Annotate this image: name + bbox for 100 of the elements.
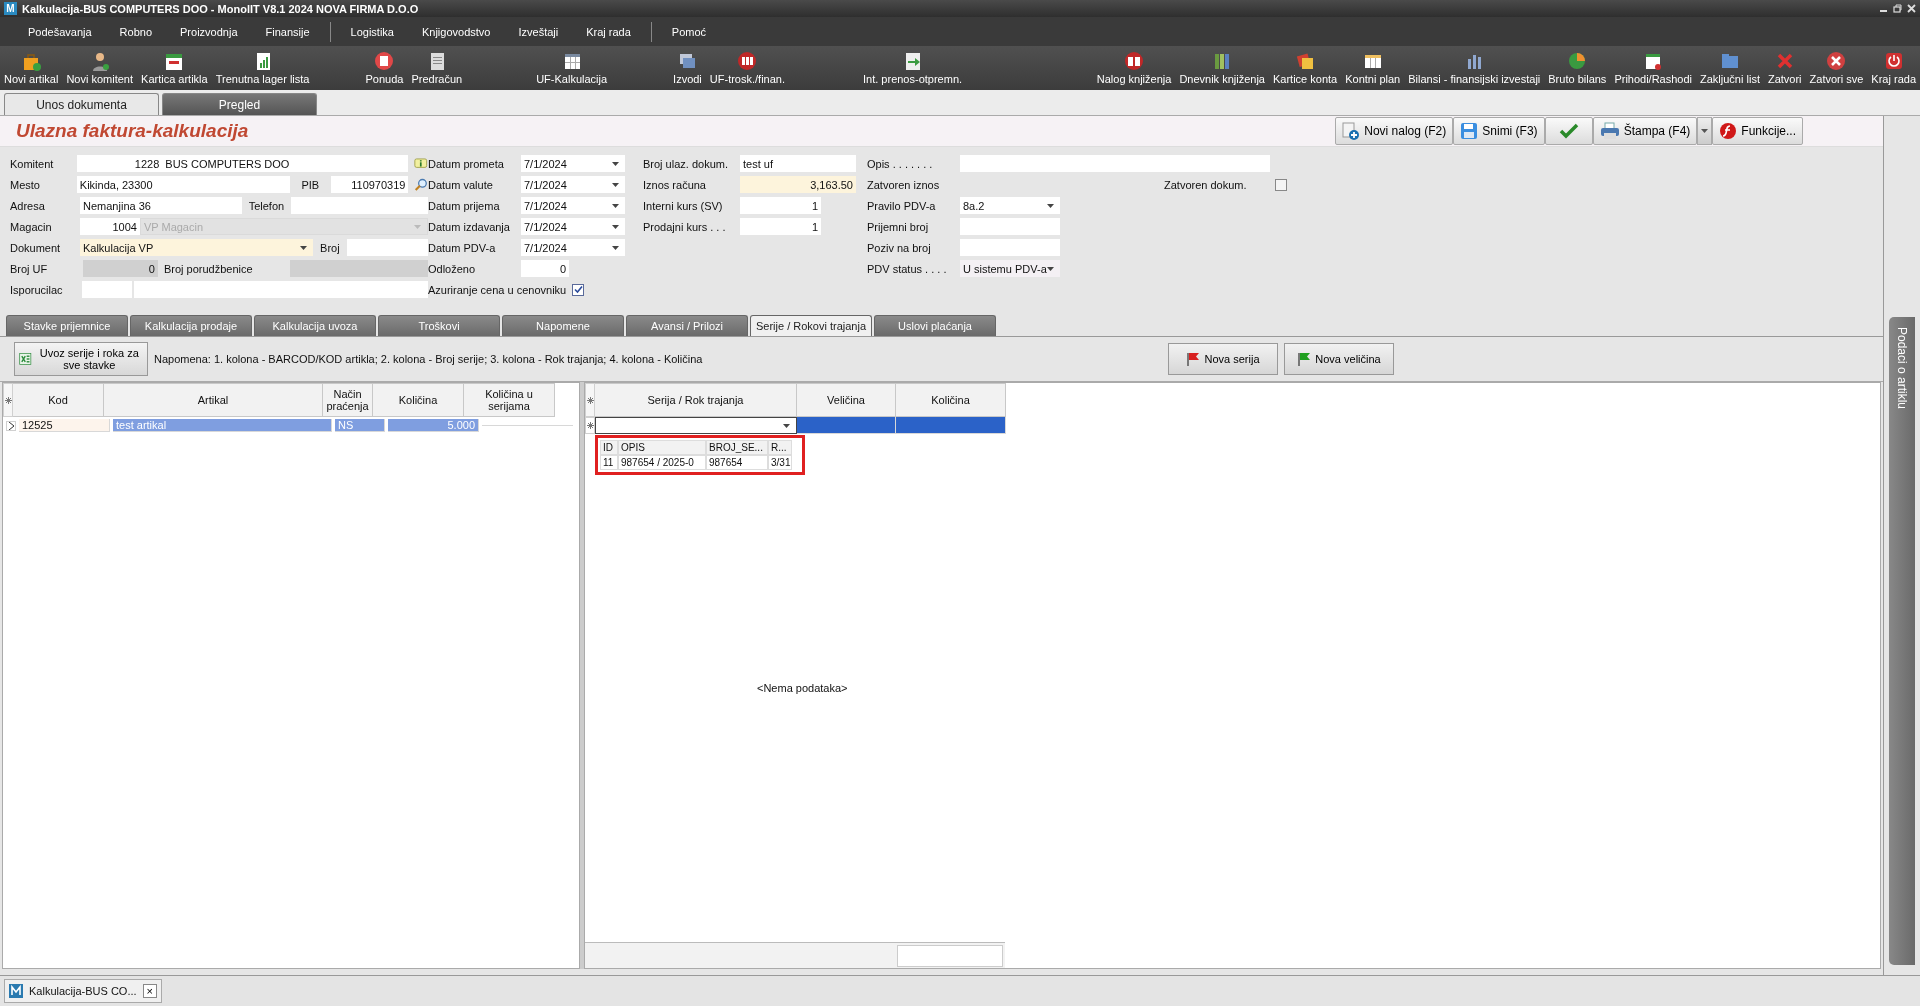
- print-options-dropdown[interactable]: [1697, 117, 1713, 145]
- close-button[interactable]: ×: [142, 984, 157, 998]
- list-option[interactable]: 11: [600, 455, 618, 470]
- toolbar-button[interactable]: Novi komitent: [62, 46, 138, 90]
- import-button[interactable]: Uvoz serije i roka za sve stavke: [14, 342, 148, 376]
- series-dropdown[interactable]: [595, 417, 797, 434]
- address-field[interactable]: Nemanjina 36: [80, 197, 243, 214]
- toolbar-button[interactable]: Kartice konta: [1269, 46, 1342, 90]
- list-option[interactable]: 3/31: [768, 455, 792, 470]
- phone-field[interactable]: [290, 197, 428, 214]
- toolbar-button[interactable]: Kartica artikla: [137, 46, 212, 90]
- detail-tab[interactable]: Kalkulacija uvoza: [254, 315, 376, 336]
- supplier-name-field[interactable]: [133, 281, 428, 298]
- detail-tab[interactable]: Troškovi: [378, 315, 500, 336]
- toolbar-button[interactable]: Trenutna lager lista: [211, 46, 314, 90]
- toolbar-button[interactable]: Bruto bilans: [1544, 46, 1611, 90]
- close-icon[interactable]: [1907, 4, 1916, 13]
- checkbox[interactable]: [572, 283, 585, 296]
- toolbar-button[interactable]: Prihodi/Rashodi: [1610, 46, 1697, 90]
- vat-rule-dropdown[interactable]: 8a.2: [960, 197, 1060, 214]
- new-order-button[interactable]: Novi nalog (F2): [1335, 117, 1454, 145]
- toolbar-button[interactable]: Izvodi: [669, 46, 706, 90]
- date-picker[interactable]: 7/1/2024: [521, 176, 625, 193]
- list-option[interactable]: 987654 / 2025-0: [618, 455, 706, 470]
- column-header[interactable]: Način praćenja: [323, 383, 373, 417]
- menu-item[interactable]: Robno: [105, 25, 167, 38]
- save-button[interactable]: Snimi (F3): [1453, 117, 1545, 145]
- tax-id-field[interactable]: 110970319: [330, 176, 409, 193]
- toolbar-button[interactable]: UF-trosk./finan.: [705, 46, 789, 90]
- list-option[interactable]: 987654: [706, 455, 768, 470]
- column-header[interactable]: Kod: [13, 383, 104, 417]
- client-code-field[interactable]: 1228: [76, 155, 163, 172]
- input-field[interactable]: 1: [740, 197, 821, 214]
- toolbar-button[interactable]: Zatvori: [1763, 46, 1806, 90]
- document-type-dropdown[interactable]: Kalkulacija VP: [79, 239, 314, 256]
- column-header[interactable]: Količina u serijama: [464, 383, 555, 417]
- search-icon[interactable]: [414, 176, 428, 193]
- number-field[interactable]: [346, 239, 428, 256]
- menu-item[interactable]: Logistika: [336, 25, 408, 38]
- series-button[interactable]: Nova veličina: [1284, 343, 1394, 375]
- toolbar-button[interactable]: Int. prenos-otpremn.: [859, 46, 967, 90]
- series-button[interactable]: Nova serija: [1168, 343, 1278, 375]
- info-icon[interactable]: [414, 156, 428, 171]
- column-header[interactable]: Artikal: [104, 383, 323, 417]
- detail-tab[interactable]: Serije / Rokovi trajanja: [750, 315, 872, 336]
- taskbar-item[interactable]: Kalkulacija-BUS CO... ×: [4, 979, 162, 1003]
- date-picker[interactable]: 7/1/2024: [521, 155, 625, 172]
- input-field[interactable]: 3,163.50: [740, 176, 856, 193]
- side-panel-tab[interactable]: Podaci o artiklu: [1889, 317, 1915, 965]
- detail-tab[interactable]: Avansi / Prilozi: [626, 315, 748, 336]
- date-picker[interactable]: 7/1/2024: [521, 197, 625, 214]
- menu-item[interactable]: Proizvodnja: [166, 25, 252, 38]
- menu-item[interactable]: Pomoć: [657, 25, 721, 38]
- toolbar-button[interactable]: Dnevnik knjiženja: [1175, 46, 1269, 90]
- reference-number-field[interactable]: [960, 239, 1060, 256]
- deferred-days-field[interactable]: 0: [521, 260, 569, 277]
- print-button[interactable]: Štampa (F4): [1592, 117, 1698, 145]
- column-header[interactable]: Količina: [373, 383, 464, 417]
- input-field[interactable]: test uf: [740, 155, 856, 172]
- receipt-number-field[interactable]: [960, 218, 1060, 235]
- detail-tab[interactable]: Stavke prijemnice: [6, 315, 128, 336]
- supplier-code-field[interactable]: [81, 281, 132, 298]
- spreadsheet-icon: [19, 350, 32, 368]
- menu-item[interactable]: Kraj rada: [572, 25, 645, 38]
- detail-tab[interactable]: Uslovi plaćanja: [874, 315, 996, 336]
- toolbar-button[interactable]: UF-Kalkulacija: [532, 46, 612, 90]
- city-field[interactable]: Kikinda, 23300: [76, 176, 290, 193]
- menu-item[interactable]: Finansije: [251, 25, 324, 38]
- toolbar-button[interactable]: Zatvori sve: [1805, 46, 1868, 90]
- toolbar-button[interactable]: Nalog knjiženja: [1092, 46, 1176, 90]
- menu-item[interactable]: Podešavanja: [14, 25, 106, 38]
- input-field[interactable]: 1: [740, 218, 821, 235]
- toolbar-button[interactable]: Novi artikal: [0, 46, 63, 90]
- checkbox[interactable]: [1275, 178, 1287, 191]
- caret-icon: [612, 182, 619, 187]
- menu-item[interactable]: Knjigovodstvo: [407, 25, 505, 38]
- date-picker[interactable]: 7/1/2024: [521, 239, 625, 256]
- document-tab[interactable]: Unos dokumenta: [4, 93, 159, 115]
- column-header[interactable]: Količina: [896, 383, 1006, 417]
- toolbar-button[interactable]: Kraj rada: [1867, 46, 1920, 90]
- date-picker[interactable]: 7/1/2024: [521, 218, 625, 235]
- confirm-button[interactable]: [1544, 117, 1593, 145]
- column-header[interactable]: Serija / Rok trajanja: [595, 383, 797, 417]
- caret-icon: [414, 224, 421, 229]
- toolbar-button[interactable]: Zaključni list: [1696, 46, 1764, 90]
- menu-item[interactable]: Izveštaji: [504, 25, 573, 38]
- column-header[interactable]: Veličina: [797, 383, 896, 417]
- toolbar-button[interactable]: Ponuda: [361, 46, 408, 90]
- document-tab[interactable]: Pregled: [162, 93, 317, 115]
- toolbar-button[interactable]: Bilansi - finansijski izvestaji: [1404, 46, 1545, 90]
- detail-tab[interactable]: Kalkulacija prodaje: [130, 315, 252, 336]
- vat-status-dropdown[interactable]: U sistemu PDV-a: [960, 260, 1060, 277]
- toolbar-button[interactable]: Kontni plan: [1341, 46, 1405, 90]
- detail-tab[interactable]: Napomene: [502, 315, 624, 336]
- functions-button[interactable]: Funkcije...: [1712, 117, 1803, 145]
- toolbar-button[interactable]: Predračun: [407, 46, 467, 90]
- restore-icon[interactable]: [1893, 4, 1902, 13]
- document-icon: [374, 51, 395, 71]
- description-field[interactable]: [960, 155, 1270, 172]
- client-name-field[interactable]: BUS COMPUTERS DOO: [162, 155, 409, 172]
